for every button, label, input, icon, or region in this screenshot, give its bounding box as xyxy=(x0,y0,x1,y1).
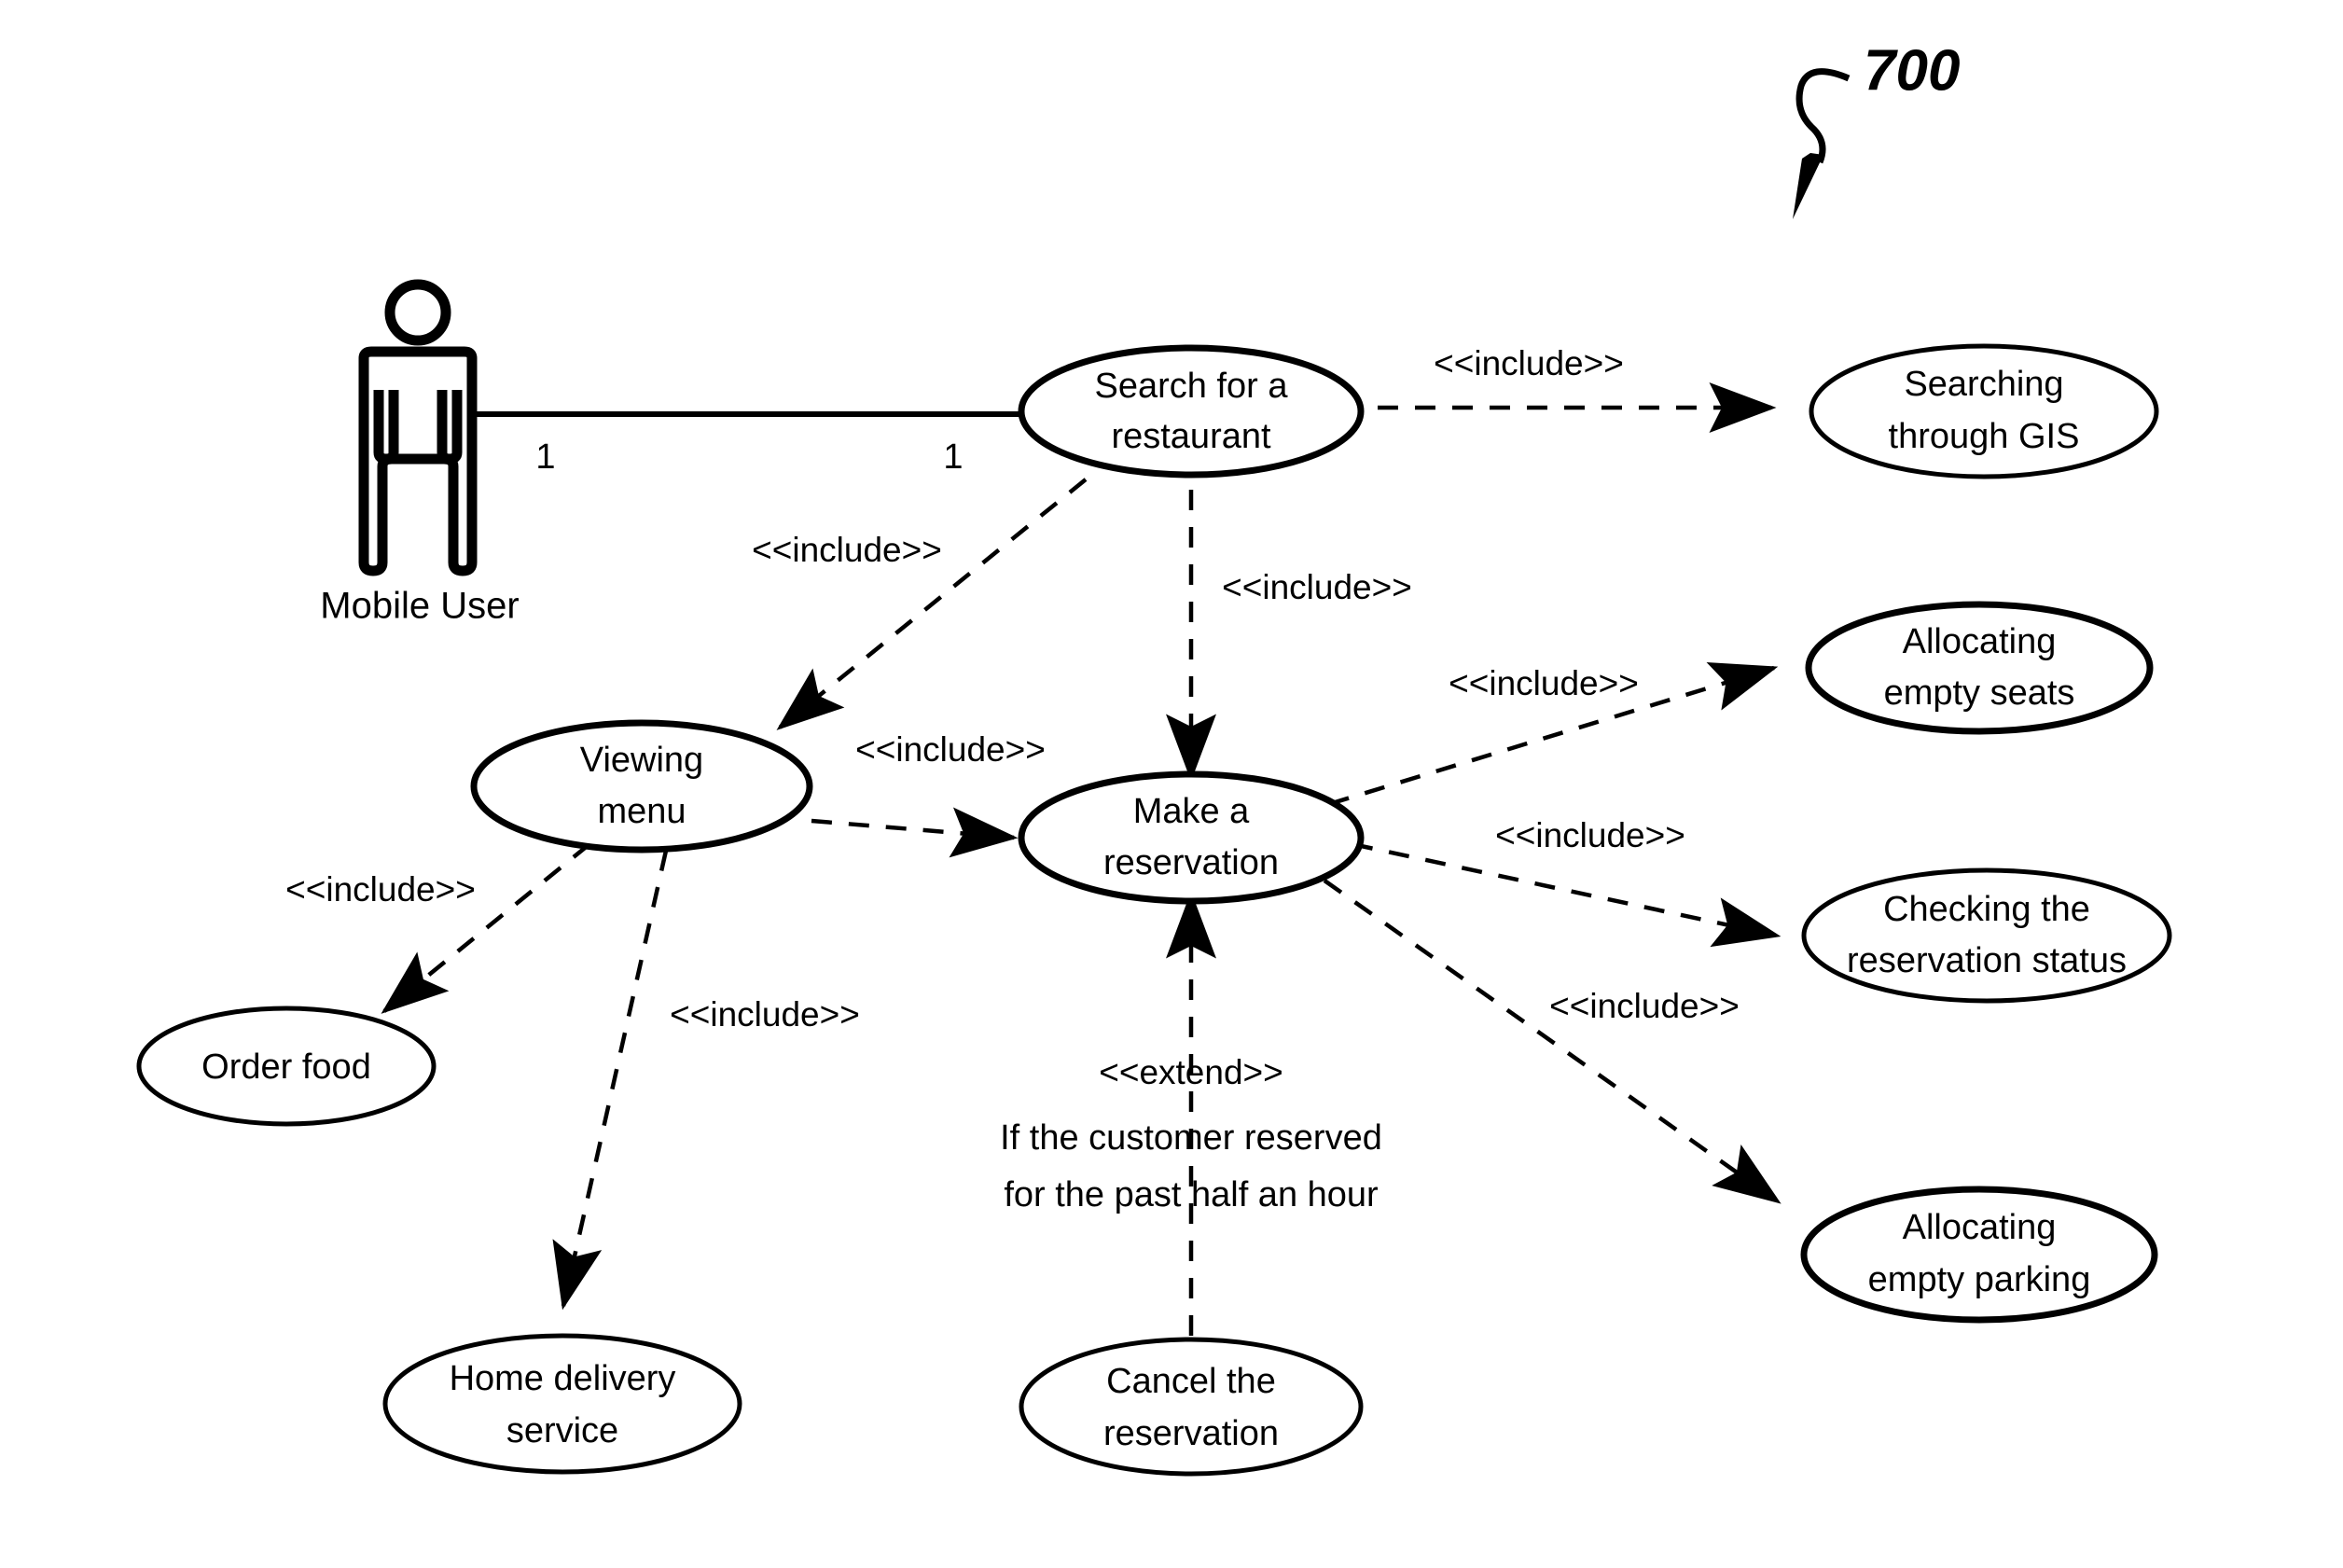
extend-condition-line2: for the past half an hour xyxy=(1004,1175,1379,1214)
edge-label-viewing-to-order: <<include>> xyxy=(285,870,476,909)
dependency-search-to-viewing xyxy=(776,478,1088,730)
actor-person-icon-left-arm xyxy=(373,390,399,465)
usecase-viewing-menu[interactable]: Viewing menu xyxy=(470,719,813,853)
actor-person-icon-hip xyxy=(377,453,459,467)
usecase-label-line2: reservation status xyxy=(1847,941,2127,980)
usecase-cancel-the-reservation[interactable]: Cancel the reservation xyxy=(1019,1337,1364,1477)
edge-label-search-to-gis: <<include>> xyxy=(1434,344,1624,382)
usecase-label-line2: reservation xyxy=(1103,843,1279,882)
usecase-allocating-empty-seats[interactable]: Allocating empty seats xyxy=(1805,601,2154,735)
usecase-searching-through-gis[interactable]: Searching through GIS xyxy=(1809,343,2159,479)
usecase-label-line1: Order food xyxy=(201,1048,371,1087)
multiplicity-actor-end: 1 xyxy=(535,437,555,477)
usecase-label-line1: Allocating xyxy=(1903,622,2057,661)
dependency-make-to-parking xyxy=(1323,879,1782,1204)
edge-label-viewing-to-make: <<include>> xyxy=(855,730,1046,769)
usecase-label-line2: reservation xyxy=(1103,1414,1279,1453)
actor-person-icon-left-leg xyxy=(358,462,388,576)
actor-person-icon-right-arm xyxy=(437,390,463,465)
usecase-label-line1: Home delivery xyxy=(450,1359,676,1398)
usecase-label-line1: Make a xyxy=(1133,792,1250,831)
diagram-canvas: Searching through GIS --> Viewing menu -… xyxy=(0,0,2343,1568)
usecase-label-line1: Search for a xyxy=(1095,367,1289,406)
figure-leader-line xyxy=(1795,68,1851,164)
actor-label: Mobile User xyxy=(320,586,519,627)
dependency-make-to-checking xyxy=(1352,841,1782,948)
usecase-label-line1: Checking the xyxy=(1883,890,2090,929)
usecase-label-line2: menu xyxy=(597,792,686,831)
usecase-label-line1: Allocating xyxy=(1903,1208,2057,1247)
actor-mobile-user[interactable]: Mobile User xyxy=(320,279,520,627)
extend-condition-note: <<extend>> If the customer reserved for … xyxy=(1000,1053,1382,1214)
edge-label-search-to-viewing: <<include>> xyxy=(752,531,942,569)
edge-label-make-to-checking: <<include>> xyxy=(1495,816,1685,854)
usecase-label-line1: Cancel the xyxy=(1106,1362,1276,1401)
actor-person-icon-right-leg xyxy=(448,462,478,576)
multiplicity-usecase-end: 1 xyxy=(943,437,963,477)
extend-condition-line1: If the customer reserved xyxy=(1000,1118,1382,1158)
figure-leader-arrowhead xyxy=(1793,153,1823,219)
use-case-diagram: Searching through GIS --> Viewing menu -… xyxy=(136,38,2172,1477)
edge-label-cancel-to-make: <<extend>> xyxy=(1099,1053,1283,1091)
actor-person-icon-head xyxy=(384,279,451,346)
usecase-label-line2: empty seats xyxy=(1884,673,2075,713)
usecase-search-for-a-restaurant[interactable]: Search for a restaurant xyxy=(1018,344,1365,479)
usecase-home-delivery-service[interactable]: Home delivery service xyxy=(382,1333,742,1475)
edge-label-viewing-to-home: <<include>> xyxy=(670,995,860,1034)
usecase-label-line1: Viewing xyxy=(580,741,703,780)
usecase-ellipse xyxy=(382,1333,742,1475)
edge-label-make-to-seats: <<include>> xyxy=(1449,664,1639,702)
usecase-label-line2: through GIS xyxy=(1889,417,2080,456)
usecase-ellipse xyxy=(1019,1337,1364,1477)
usecase-label-line2: empty parking xyxy=(1868,1260,2091,1299)
usecase-make-a-reservation[interactable]: Make a reservation xyxy=(1018,770,1365,905)
edge-label-make-to-parking: <<include>> xyxy=(1549,987,1740,1025)
usecase-label-line2: restaurant xyxy=(1111,417,1271,456)
edge-label-search-to-make: <<include>> xyxy=(1222,568,1412,606)
usecase-label-line1: Searching xyxy=(1904,365,2063,404)
usecase-order-food[interactable]: Order food xyxy=(136,1006,437,1127)
dependency-viewing-to-home xyxy=(552,850,669,1311)
usecase-label-line2: service xyxy=(506,1411,618,1450)
usecase-allocating-empty-parking[interactable]: Allocating empty parking xyxy=(1800,1186,2158,1324)
dependency-viewing-to-make xyxy=(811,807,1019,858)
usecase-checking-reservation-status[interactable]: Checking the reservation status xyxy=(1801,867,2172,1004)
figure-number-callout: 700 xyxy=(1793,38,1960,219)
figure-number: 700 xyxy=(1864,38,1960,103)
